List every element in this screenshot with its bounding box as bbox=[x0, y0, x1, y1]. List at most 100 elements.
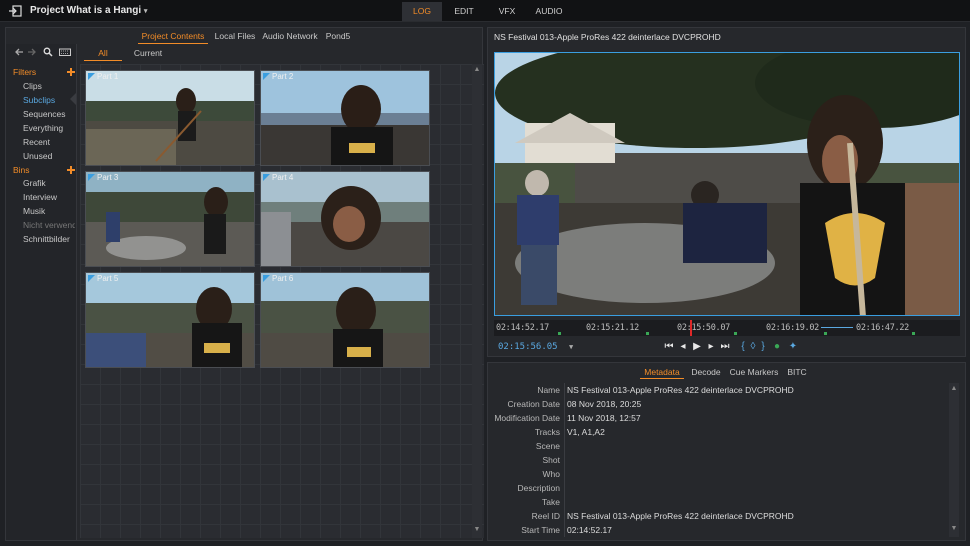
project-title[interactable]: Project What is a Hangi ▾ bbox=[30, 5, 147, 16]
tab-current[interactable]: Current bbox=[128, 47, 168, 61]
scroll-up-arrow-icon[interactable]: ▲ bbox=[473, 66, 481, 74]
timeline-marker bbox=[646, 332, 649, 335]
metadata-row: Creation Date 08 Nov 2018, 20:25 bbox=[488, 397, 948, 411]
clear-marks-icon[interactable]: ◊ bbox=[748, 341, 758, 353]
clip-thumbnail-image bbox=[86, 273, 254, 367]
metadata-row: Scene bbox=[488, 439, 948, 453]
metadata-divider bbox=[564, 397, 565, 411]
timeline-marker bbox=[734, 332, 737, 335]
mark-in-icon[interactable]: { bbox=[738, 341, 748, 353]
metadata-scrollbar[interactable]: ▲ ▼ bbox=[949, 383, 959, 537]
source-tabs: Project Contents Local Files Audio Netwo… bbox=[6, 28, 482, 44]
sidebar-item-sequences[interactable]: Sequences bbox=[23, 108, 66, 121]
clip-thumbnail[interactable]: Part 4 bbox=[260, 171, 430, 267]
timeline-marker bbox=[558, 332, 561, 335]
metadata-value[interactable]: NS Festival 013-Apple ProRes 422 deinter… bbox=[567, 509, 794, 523]
mark-out-icon[interactable]: } bbox=[758, 341, 768, 353]
metadata-panel: Metadata Decode Cue Markers BITC Name NS … bbox=[487, 362, 966, 541]
step-back-icon[interactable]: ◂ bbox=[678, 341, 688, 353]
metadata-value[interactable]: 08 Nov 2018, 20:25 bbox=[567, 397, 641, 411]
current-timecode[interactable]: 02:15:56.05 ▼ bbox=[498, 342, 573, 352]
clip-thumbnail[interactable]: Part 6 bbox=[260, 272, 430, 368]
metadata-value[interactable]: V1, A1,A2 bbox=[567, 425, 605, 439]
metadata-value[interactable]: 02:14:52.17 bbox=[567, 523, 612, 537]
timeline-ruler[interactable]: 02:14:52.17 02:15:21.12 02:15:50.07 02:1… bbox=[494, 320, 960, 336]
bin-contents: All Current Part 1 Part 2 Part 3 Part 4 … bbox=[80, 44, 484, 540]
metadata-divider bbox=[564, 495, 565, 509]
sidebar-item-subclips[interactable]: Subclips bbox=[23, 94, 55, 107]
tab-log[interactable]: LOG bbox=[402, 2, 442, 21]
timeline-timecode: 02:15:50.07 bbox=[677, 323, 730, 333]
scroll-down-arrow-icon[interactable]: ▼ bbox=[473, 526, 481, 534]
metadata-key: Creation Date bbox=[507, 399, 560, 409]
metadata-row: Reel ID NS Festival 013-Apple ProRes 422 … bbox=[488, 509, 948, 523]
metadata-value[interactable]: NS Festival 013-Apple ProRes 422 deinter… bbox=[567, 383, 794, 397]
sidebar-toolbar bbox=[6, 44, 77, 62]
scroll-down-arrow-icon[interactable]: ▼ bbox=[950, 525, 958, 533]
bin-item-grafik[interactable]: Grafik bbox=[23, 177, 46, 190]
metadata-divider bbox=[564, 453, 565, 467]
bin-item-musik[interactable]: Musik bbox=[23, 205, 45, 218]
tab-project-contents[interactable]: Project Contents bbox=[138, 30, 208, 44]
metadata-divider bbox=[564, 425, 565, 439]
timeline-timecode: 02:15:21.12 bbox=[586, 323, 639, 333]
video-frame-image bbox=[495, 53, 959, 315]
search-icon[interactable] bbox=[43, 47, 53, 57]
sidebar-item-unused[interactable]: Unused bbox=[23, 150, 52, 163]
clip-thumbnail[interactable]: Part 5 bbox=[85, 272, 255, 368]
keyboard-icon[interactable] bbox=[59, 47, 71, 57]
sidebar-item-clips[interactable]: Clips bbox=[23, 80, 42, 93]
add-marker-icon[interactable]: ● bbox=[772, 341, 782, 353]
bin-item-schnittbilder[interactable]: Schnittbilder bbox=[23, 233, 70, 246]
clip-thumbnail-image bbox=[86, 71, 254, 165]
tab-pond5[interactable]: Pond5 bbox=[323, 30, 353, 44]
metadata-table: Name NS Festival 013-Apple ProRes 422 dei… bbox=[488, 383, 948, 539]
playhead[interactable] bbox=[689, 320, 692, 336]
sidebar: Filters Clips Subclips Sequences Everyth… bbox=[6, 44, 77, 540]
viewer-clip-title: NS Festival 013-Apple ProRes 422 deinter… bbox=[494, 32, 721, 42]
tab-all[interactable]: All bbox=[84, 47, 122, 61]
tab-audio-network[interactable]: Audio Network bbox=[261, 30, 319, 44]
add-cue-icon[interactable]: ✦ bbox=[788, 341, 798, 353]
step-forward-icon[interactable]: ▸ bbox=[706, 341, 716, 353]
video-viewer[interactable] bbox=[494, 52, 960, 316]
add-filter-plus-icon[interactable] bbox=[67, 68, 75, 76]
clip-thumbnail[interactable]: Part 3 bbox=[85, 171, 255, 267]
clip-thumbnail-image bbox=[261, 273, 429, 367]
go-to-start-icon[interactable]: ⏮ bbox=[664, 341, 674, 353]
clip-thumbnail[interactable]: Part 1 bbox=[85, 70, 255, 166]
sidebar-item-recent[interactable]: Recent bbox=[23, 136, 50, 149]
tab-audio[interactable]: AUDIO bbox=[529, 2, 569, 21]
bin-item-interview[interactable]: Interview bbox=[23, 191, 57, 204]
bin-item-nicht-verwendet[interactable]: Nicht verwende bbox=[23, 219, 75, 232]
metadata-key: Name bbox=[537, 385, 560, 395]
tab-decode[interactable]: Decode bbox=[688, 366, 724, 379]
metadata-value[interactable]: 11 Nov 2018, 12:57 bbox=[567, 411, 641, 425]
go-to-end-icon[interactable]: ⏭ bbox=[720, 341, 730, 353]
top-bar: Project What is a Hangi ▾ LOG EDIT VFX A… bbox=[0, 0, 970, 22]
sidebar-item-everything[interactable]: Everything bbox=[23, 122, 63, 135]
back-arrow-icon[interactable] bbox=[14, 47, 24, 57]
play-icon[interactable]: ▶ bbox=[692, 341, 702, 353]
tab-local-files[interactable]: Local Files bbox=[211, 30, 259, 44]
tab-edit[interactable]: EDIT bbox=[443, 2, 485, 21]
thumbnail-grid: Part 1 Part 2 Part 3 Part 4 Part 5 Part … bbox=[80, 64, 484, 538]
clip-label: Part 4 bbox=[263, 173, 293, 182]
chevron-down-icon[interactable]: ▼ bbox=[569, 343, 573, 351]
chevron-down-icon: ▾ bbox=[143, 8, 148, 15]
clip-thumbnail[interactable]: Part 2 bbox=[260, 70, 430, 166]
in-out-range bbox=[821, 327, 853, 328]
grid-scrollbar[interactable]: ▲ ▼ bbox=[472, 64, 482, 538]
add-bin-plus-icon[interactable] bbox=[67, 166, 75, 174]
tab-bitc[interactable]: BITC bbox=[784, 366, 810, 379]
exit-project-icon[interactable] bbox=[8, 5, 22, 17]
forward-arrow-icon[interactable] bbox=[27, 47, 37, 57]
metadata-row: Name NS Festival 013-Apple ProRes 422 dei… bbox=[488, 383, 948, 397]
clip-thumbnail-image bbox=[86, 172, 254, 266]
current-timecode-text: 02:15:56.05 bbox=[498, 342, 558, 352]
tab-metadata[interactable]: Metadata bbox=[640, 366, 684, 379]
collapse-sidebar-arrow-icon[interactable] bbox=[70, 93, 76, 105]
tab-cue-markers[interactable]: Cue Markers bbox=[728, 366, 780, 379]
scroll-up-arrow-icon[interactable]: ▲ bbox=[950, 385, 958, 393]
tab-vfx[interactable]: VFX bbox=[486, 2, 528, 21]
